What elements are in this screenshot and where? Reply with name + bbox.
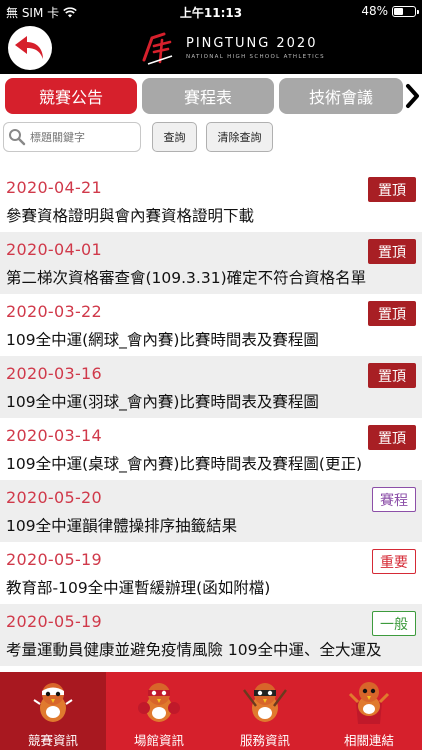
item-date: 2020-04-21 (6, 178, 102, 197)
item-title: 教育部-109全中運暫緩辦理(函如附檔) (6, 579, 271, 597)
app-logo: PINGTUNG 2020 NATIONAL HIGH SCHOOL ATHLE… (140, 28, 325, 68)
pinned-badge: 置頂 (368, 239, 416, 264)
nav-label: 相關連結 (343, 733, 394, 748)
keyword-input[interactable] (30, 130, 130, 144)
search-row: 查詢 清除查詢 (0, 118, 422, 158)
announcement-list: 2020-04-21 置頂 參賽資格證明與會內賽資格證明下載 2020-04-0… (0, 170, 422, 675)
item-title: 109全中運(羽球_會內賽)比賽時間表及賽程圖 (6, 393, 319, 411)
item-date: 2020-03-22 (6, 302, 102, 321)
nav-venue-info[interactable]: 場館資訊 (106, 672, 212, 750)
app-header: PINGTUNG 2020 NATIONAL HIGH SCHOOL ATHLE… (0, 22, 422, 74)
list-item[interactable]: 2020-03-16 置頂 109全中運(羽球_會內賽)比賽時間表及賽程圖 (0, 356, 422, 418)
battery-percent: 48% (361, 4, 388, 18)
item-title: 109全中運(網球_會內賽)比賽時間表及賽程圖 (6, 331, 319, 349)
item-date: 2020-03-14 (6, 426, 102, 445)
important-badge: 重要 (372, 549, 416, 574)
item-title: 第二梯次資格審查會(109.3.31)確定不符合資格名單 (6, 269, 367, 287)
back-arrow-icon (15, 36, 43, 59)
bottom-nav: 競賽資訊 場館資訊 服務資訊 相關連結 (0, 672, 422, 750)
pinned-badge: 置頂 (368, 301, 416, 326)
general-badge: 一般 (372, 611, 416, 636)
list-item[interactable]: 2020-05-19 重要 教育部-109全中運暫緩辦理(函如附檔) (0, 542, 422, 604)
pinned-badge: 置頂 (368, 425, 416, 450)
item-title: 考量運動員健康並避免疫情風險 109全中運、全大運及 (6, 641, 382, 659)
tab-technical-meeting[interactable]: 技術會議 (279, 78, 403, 114)
nav-label: 服務資訊 (239, 733, 290, 748)
item-title: 109全中運(桌球_會內賽)比賽時間表及賽程圖(更正) (6, 455, 363, 473)
list-item[interactable]: 2020-03-22 置頂 109全中運(網球_會內賽)比賽時間表及賽程圖 (0, 294, 422, 356)
schedule-badge: 賽程 (372, 487, 416, 512)
query-button[interactable]: 查詢 (152, 122, 197, 152)
mascot-icon (243, 683, 287, 722)
list-item[interactable]: 2020-05-20 賽程 109全中運韻律體操排序抽籤結果 (0, 480, 422, 542)
mascot-icon (348, 682, 390, 724)
list-item[interactable]: 2020-03-14 置頂 109全中運(桌球_會內賽)比賽時間表及賽程圖(更正… (0, 418, 422, 480)
nav-label: 競賽資訊 (27, 733, 78, 748)
item-title: 109全中運韻律體操排序抽籤結果 (6, 517, 238, 535)
item-date: 2020-05-19 (6, 612, 102, 631)
tab-announcements[interactable]: 競賽公告 (5, 78, 137, 114)
logo-subtitle: NATIONAL HIGH SCHOOL ATHLETICS (186, 54, 325, 60)
chevron-right-icon[interactable] (402, 82, 422, 110)
nav-related-links[interactable]: 相關連結 (316, 672, 422, 750)
logo-title: PINGTUNG 2020 (186, 36, 318, 51)
search-box[interactable] (3, 122, 141, 152)
pinned-badge: 置頂 (368, 363, 416, 388)
item-title: 參賽資格證明與會內賽資格證明下載 (6, 207, 255, 225)
item-date: 2020-05-19 (6, 550, 102, 569)
battery-icon (392, 5, 419, 17)
mascot-icon (138, 683, 180, 722)
category-tabs: 競賽公告 賽程表 技術會議 (0, 78, 422, 116)
list-item[interactable]: 2020-04-01 置頂 第二梯次資格審查會(109.3.31)確定不符合資格… (0, 232, 422, 294)
clear-query-button[interactable]: 清除查詢 (206, 122, 273, 152)
tab-schedule[interactable]: 賽程表 (142, 78, 274, 114)
nav-label: 場館資訊 (133, 733, 184, 748)
list-item[interactable]: 2020-04-21 置頂 參賽資格證明與會內賽資格證明下載 (0, 170, 422, 232)
item-date: 2020-04-01 (6, 240, 102, 259)
nav-service-info[interactable]: 服務資訊 (212, 672, 318, 750)
nav-competition-info[interactable]: 競賽資訊 (0, 672, 106, 750)
list-item[interactable]: 2020-05-19 一般 考量運動員健康並避免疫情風險 109全中運、全大運及 (0, 604, 422, 666)
search-icon (9, 129, 26, 146)
item-date: 2020-05-20 (6, 488, 102, 507)
back-button[interactable] (8, 26, 52, 70)
logo-mark-icon (142, 32, 173, 65)
status-bar: 無 SIM 卡 上午11:13 48% (0, 0, 422, 22)
pinned-badge: 置頂 (368, 177, 416, 202)
mascot-icon (33, 683, 73, 722)
item-date: 2020-03-16 (6, 364, 102, 383)
clock: 上午11:13 (179, 6, 243, 20)
